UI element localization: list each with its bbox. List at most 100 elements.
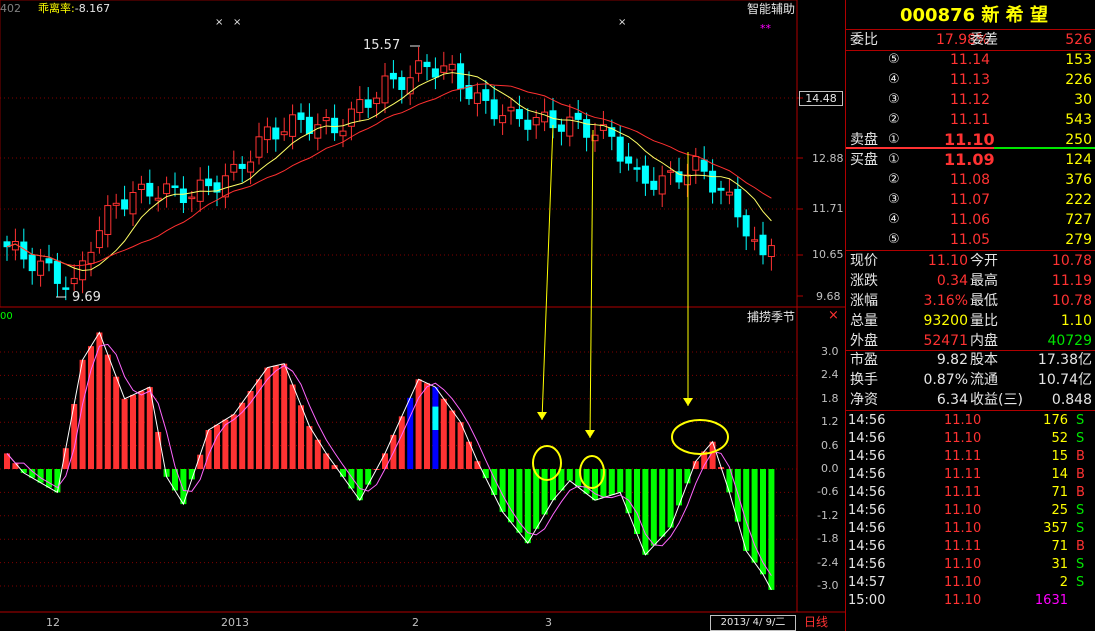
ma-long-line [6, 83, 772, 267]
tick-row[interactable]: 14:56 11.10 31 S [846, 556, 1095, 574]
candle-up [230, 163, 238, 173]
quote-value: 52471 [923, 333, 968, 349]
annotation-circle [671, 419, 729, 455]
candle-up [95, 230, 103, 249]
tick-row[interactable]: 14:56 11.10 52 S [846, 430, 1095, 448]
bid-row[interactable]: ④ 11.06 727 [846, 210, 1095, 230]
bid-row[interactable]: ② 11.08 376 [846, 170, 1095, 190]
indicator-bar [382, 453, 388, 469]
tick-row[interactable]: 14:56 11.11 14 B [846, 466, 1095, 484]
ma-short-line [6, 72, 772, 272]
high-price-annotation: 15.57 [363, 38, 401, 53]
candle-down [389, 72, 397, 80]
bid-row[interactable]: ⑤ 11.05 279 [846, 230, 1095, 250]
candle-up [473, 92, 481, 104]
lower-axis-label: -1.8 [817, 532, 839, 546]
ask-price: 11.14 [950, 52, 991, 68]
ask-row[interactable]: ⑤ 11.14 153 [846, 50, 1095, 70]
indicator-bar [138, 391, 145, 469]
indicator-bar [298, 405, 304, 469]
candle-up [137, 183, 145, 191]
bid-volume: 124 [1065, 152, 1092, 168]
assist-button[interactable]: 智能辅助 [747, 2, 795, 16]
bid-level: ④ [888, 212, 900, 227]
bias-label: 乖离率: [38, 2, 75, 15]
candle-down [146, 182, 154, 197]
fundamental-label: 流通 [970, 372, 998, 388]
tick-time: 14:56 [848, 503, 886, 518]
weibi-label: 委比 [850, 32, 878, 48]
lower-indicator-title[interactable]: 捕捞季节 [747, 310, 795, 324]
candle-down [524, 119, 532, 130]
candle-down [431, 68, 439, 78]
bid-row[interactable]: 买盘 ① 11.09 124 [846, 150, 1095, 170]
lower-axis-label: 0.0 [821, 462, 839, 475]
ask-row[interactable]: ④ 11.13 226 [846, 70, 1095, 90]
indicator-bar [46, 469, 52, 488]
tick-row[interactable]: 14:56 11.10 357 S [846, 520, 1095, 538]
x-axis-label: 12 [46, 616, 60, 629]
lower-axis-label: 1.8 [821, 391, 839, 405]
lower-axis-label: -0.6 [817, 485, 839, 499]
candle-down [179, 188, 187, 204]
candle-down [423, 61, 431, 68]
bid-level: ⑤ [888, 232, 900, 247]
quote-value: 10.78 [1051, 253, 1092, 269]
indicator-bar [256, 379, 262, 469]
x-axis-label: 2013 [221, 616, 249, 629]
bid-row[interactable]: ③ 11.07 222 [846, 190, 1095, 210]
close-indicator-icon[interactable]: × [828, 309, 839, 323]
quote-row: 现价 11.10 今开 10.78 [846, 251, 1095, 271]
candle-up [667, 170, 675, 173]
tick-row[interactable]: 14:56 11.11 71 B [846, 484, 1095, 502]
ask-volume: 226 [1065, 72, 1092, 88]
tick-volume: 357 [1043, 521, 1068, 536]
candle-up [247, 161, 255, 173]
indicator-bar [230, 414, 237, 469]
candle-up [322, 117, 330, 122]
candle-up [188, 196, 196, 200]
indicator-bar [743, 469, 750, 551]
tick-row[interactable]: 14:56 11.11 15 B [846, 448, 1095, 466]
tick-row[interactable]: 14:57 11.10 2 S [846, 574, 1095, 592]
ask-row[interactable]: ② 11.11 543 [846, 110, 1095, 130]
tick-row[interactable]: 14:56 11.10 25 S [846, 502, 1095, 520]
candle-down [398, 77, 406, 90]
ask-price: 11.13 [950, 72, 991, 88]
bid-volume: 727 [1065, 212, 1092, 228]
arrowhead [537, 412, 547, 420]
tick-side: S [1076, 521, 1085, 536]
candle-down [633, 167, 641, 170]
indicator-bar [432, 406, 439, 430]
ask-row[interactable]: ③ 11.12 30 [846, 90, 1095, 110]
indicator-bar [314, 439, 321, 469]
indicator-bar [121, 398, 128, 469]
tick-time: 14:56 [848, 431, 886, 446]
quote-label: 内盘 [970, 333, 998, 349]
fundamental-value: 17.38亿 [1037, 352, 1092, 368]
tick-row[interactable]: 14:56 11.10 176 S [846, 412, 1095, 430]
ask-price: 11.12 [950, 92, 991, 108]
candle-down [700, 159, 708, 172]
period-tab[interactable]: 日线 [804, 615, 828, 629]
indicator-bar [449, 410, 456, 469]
fundamental-label: 净资 [850, 392, 878, 408]
bid-price: 11.05 [950, 232, 991, 248]
indicator-bar [617, 469, 624, 493]
bid-volume: 222 [1065, 192, 1092, 208]
tick-price: 11.10 [944, 575, 982, 590]
candle-up [356, 99, 364, 113]
date-indicator: 2013/ 4/ 9/二 [710, 615, 796, 631]
indicator-bar [289, 384, 296, 469]
tick-row[interactable]: 15:00 11.10 1631 [846, 592, 1095, 610]
indicator-bar [541, 469, 548, 515]
tick-time: 14:56 [848, 413, 886, 428]
fundamental-label: 收益(三) [970, 392, 1023, 408]
marker-x1: × [215, 17, 224, 28]
tick-row[interactable]: 14:56 11.11 71 B [846, 538, 1095, 556]
kline-chart[interactable] [0, 0, 845, 631]
candle-up [507, 106, 515, 112]
tick-volume: 71 [1051, 485, 1068, 500]
bid-level: ② [888, 172, 900, 187]
indicator-bar [625, 469, 632, 514]
